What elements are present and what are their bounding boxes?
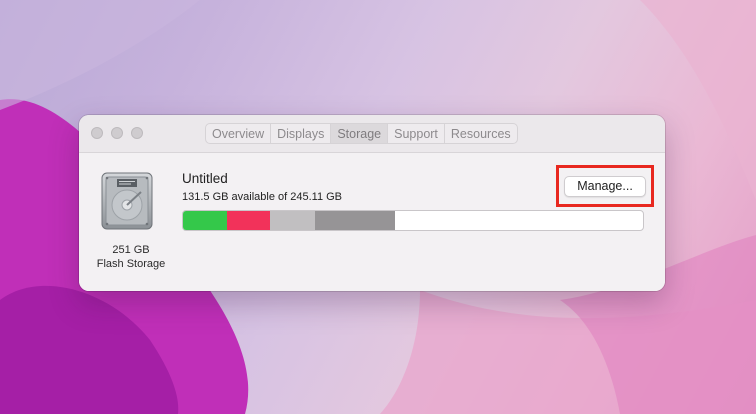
minimize-window-button[interactable] [111, 127, 123, 139]
tab-resources[interactable]: Resources [445, 124, 517, 143]
disk-size-label: 251 GB Flash Storage [89, 243, 173, 271]
manage-button[interactable]: Manage... [564, 176, 646, 197]
title-bar: Overview Displays Storage Support Resour… [79, 115, 665, 153]
usage-segment-red [226, 211, 270, 230]
tab-overview[interactable]: Overview [206, 124, 272, 143]
disk-capacity: 251 GB [112, 244, 150, 256]
tab-storage[interactable]: Storage [331, 124, 389, 143]
tab-bar: Overview Displays Storage Support Resour… [205, 123, 518, 144]
usage-segment-light-gray [269, 211, 315, 230]
hard-drive-icon [101, 172, 153, 230]
close-window-button[interactable] [91, 127, 103, 139]
tab-support[interactable]: Support [388, 124, 445, 143]
available-space-text: 131.5 GB available of 245.11 GB [182, 191, 343, 203]
storage-usage-bar [182, 210, 644, 231]
volume-name: Untitled [182, 171, 228, 186]
tab-displays[interactable]: Displays [271, 124, 332, 143]
usage-segment-green [183, 211, 227, 230]
usage-segment-dark-gray [314, 211, 395, 230]
disk-type: Flash Storage [96, 258, 166, 270]
storage-panel: 251 GB Flash Storage Untitled 131.5 GB a… [79, 153, 665, 291]
about-this-mac-window: Overview Displays Storage Support Resour… [79, 115, 665, 291]
zoom-window-button[interactable] [131, 127, 143, 139]
